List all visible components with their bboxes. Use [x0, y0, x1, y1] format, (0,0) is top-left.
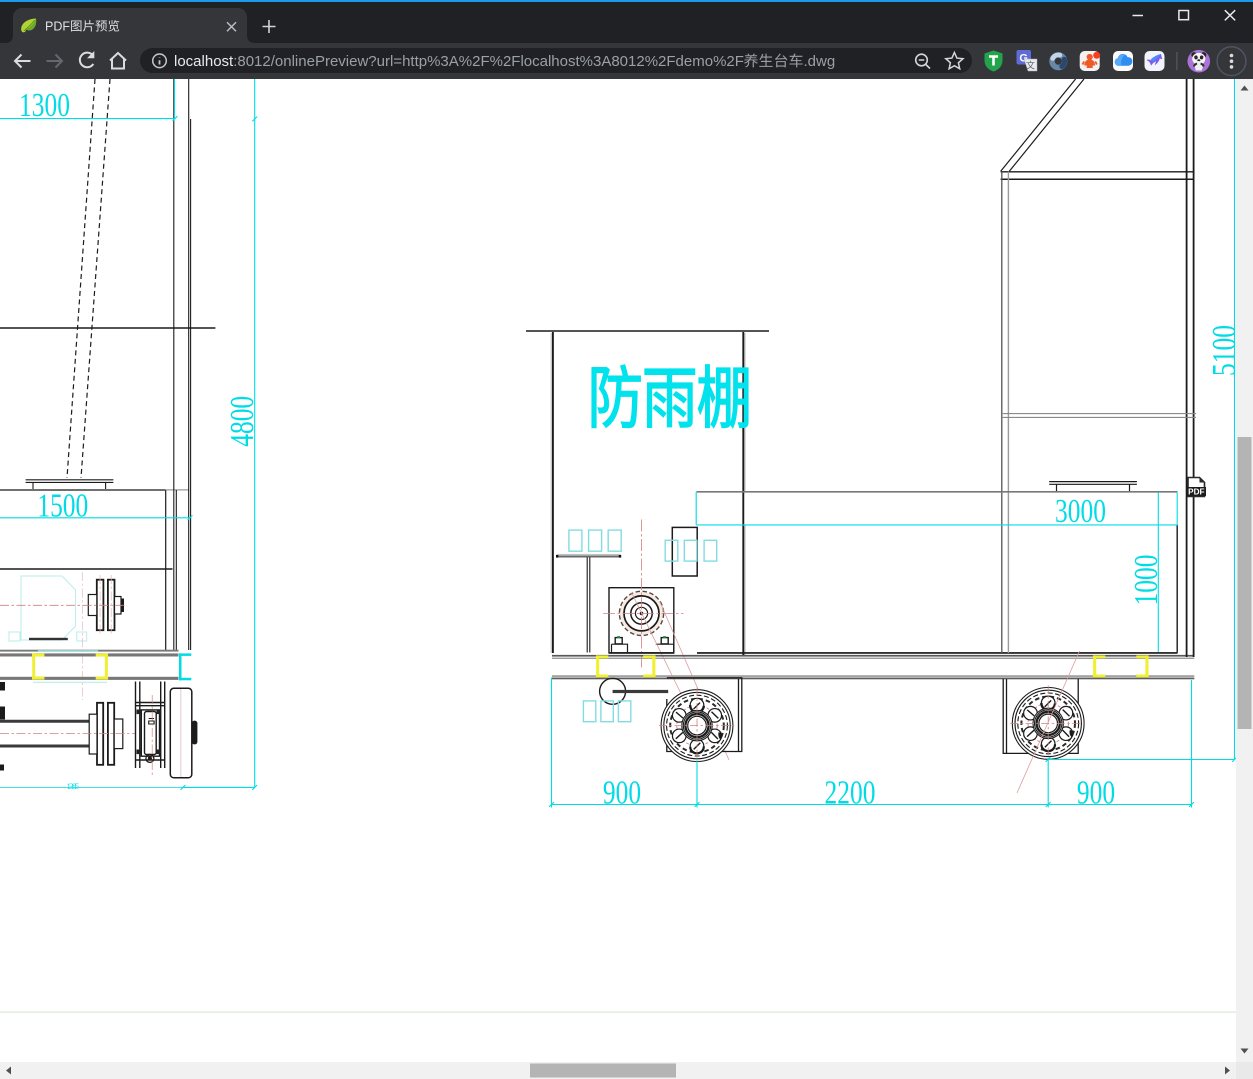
svg-text:.dwg: .dwg — [804, 53, 836, 70]
svg-text:PDF: PDF — [45, 20, 70, 34]
svg-text:1300: 1300 — [19, 87, 70, 124]
svg-text:900: 900 — [603, 774, 641, 811]
svg-text:1500: 1500 — [37, 487, 88, 524]
svg-text:文: 文 — [1026, 60, 1035, 71]
svg-text:4800: 4800 — [224, 396, 261, 447]
svg-text:PDF: PDF — [1188, 488, 1204, 497]
svg-text:2200: 2200 — [825, 774, 876, 811]
svg-text:localhost:8012/onlinePreview?u: localhost:8012/onlinePreview?url=http%3A… — [174, 53, 744, 70]
svg-text:1385: 1385 — [67, 781, 80, 791]
svg-text:900: 900 — [1077, 774, 1115, 811]
svg-text:3000: 3000 — [1055, 493, 1106, 530]
svg-text:1000: 1000 — [1128, 555, 1165, 606]
